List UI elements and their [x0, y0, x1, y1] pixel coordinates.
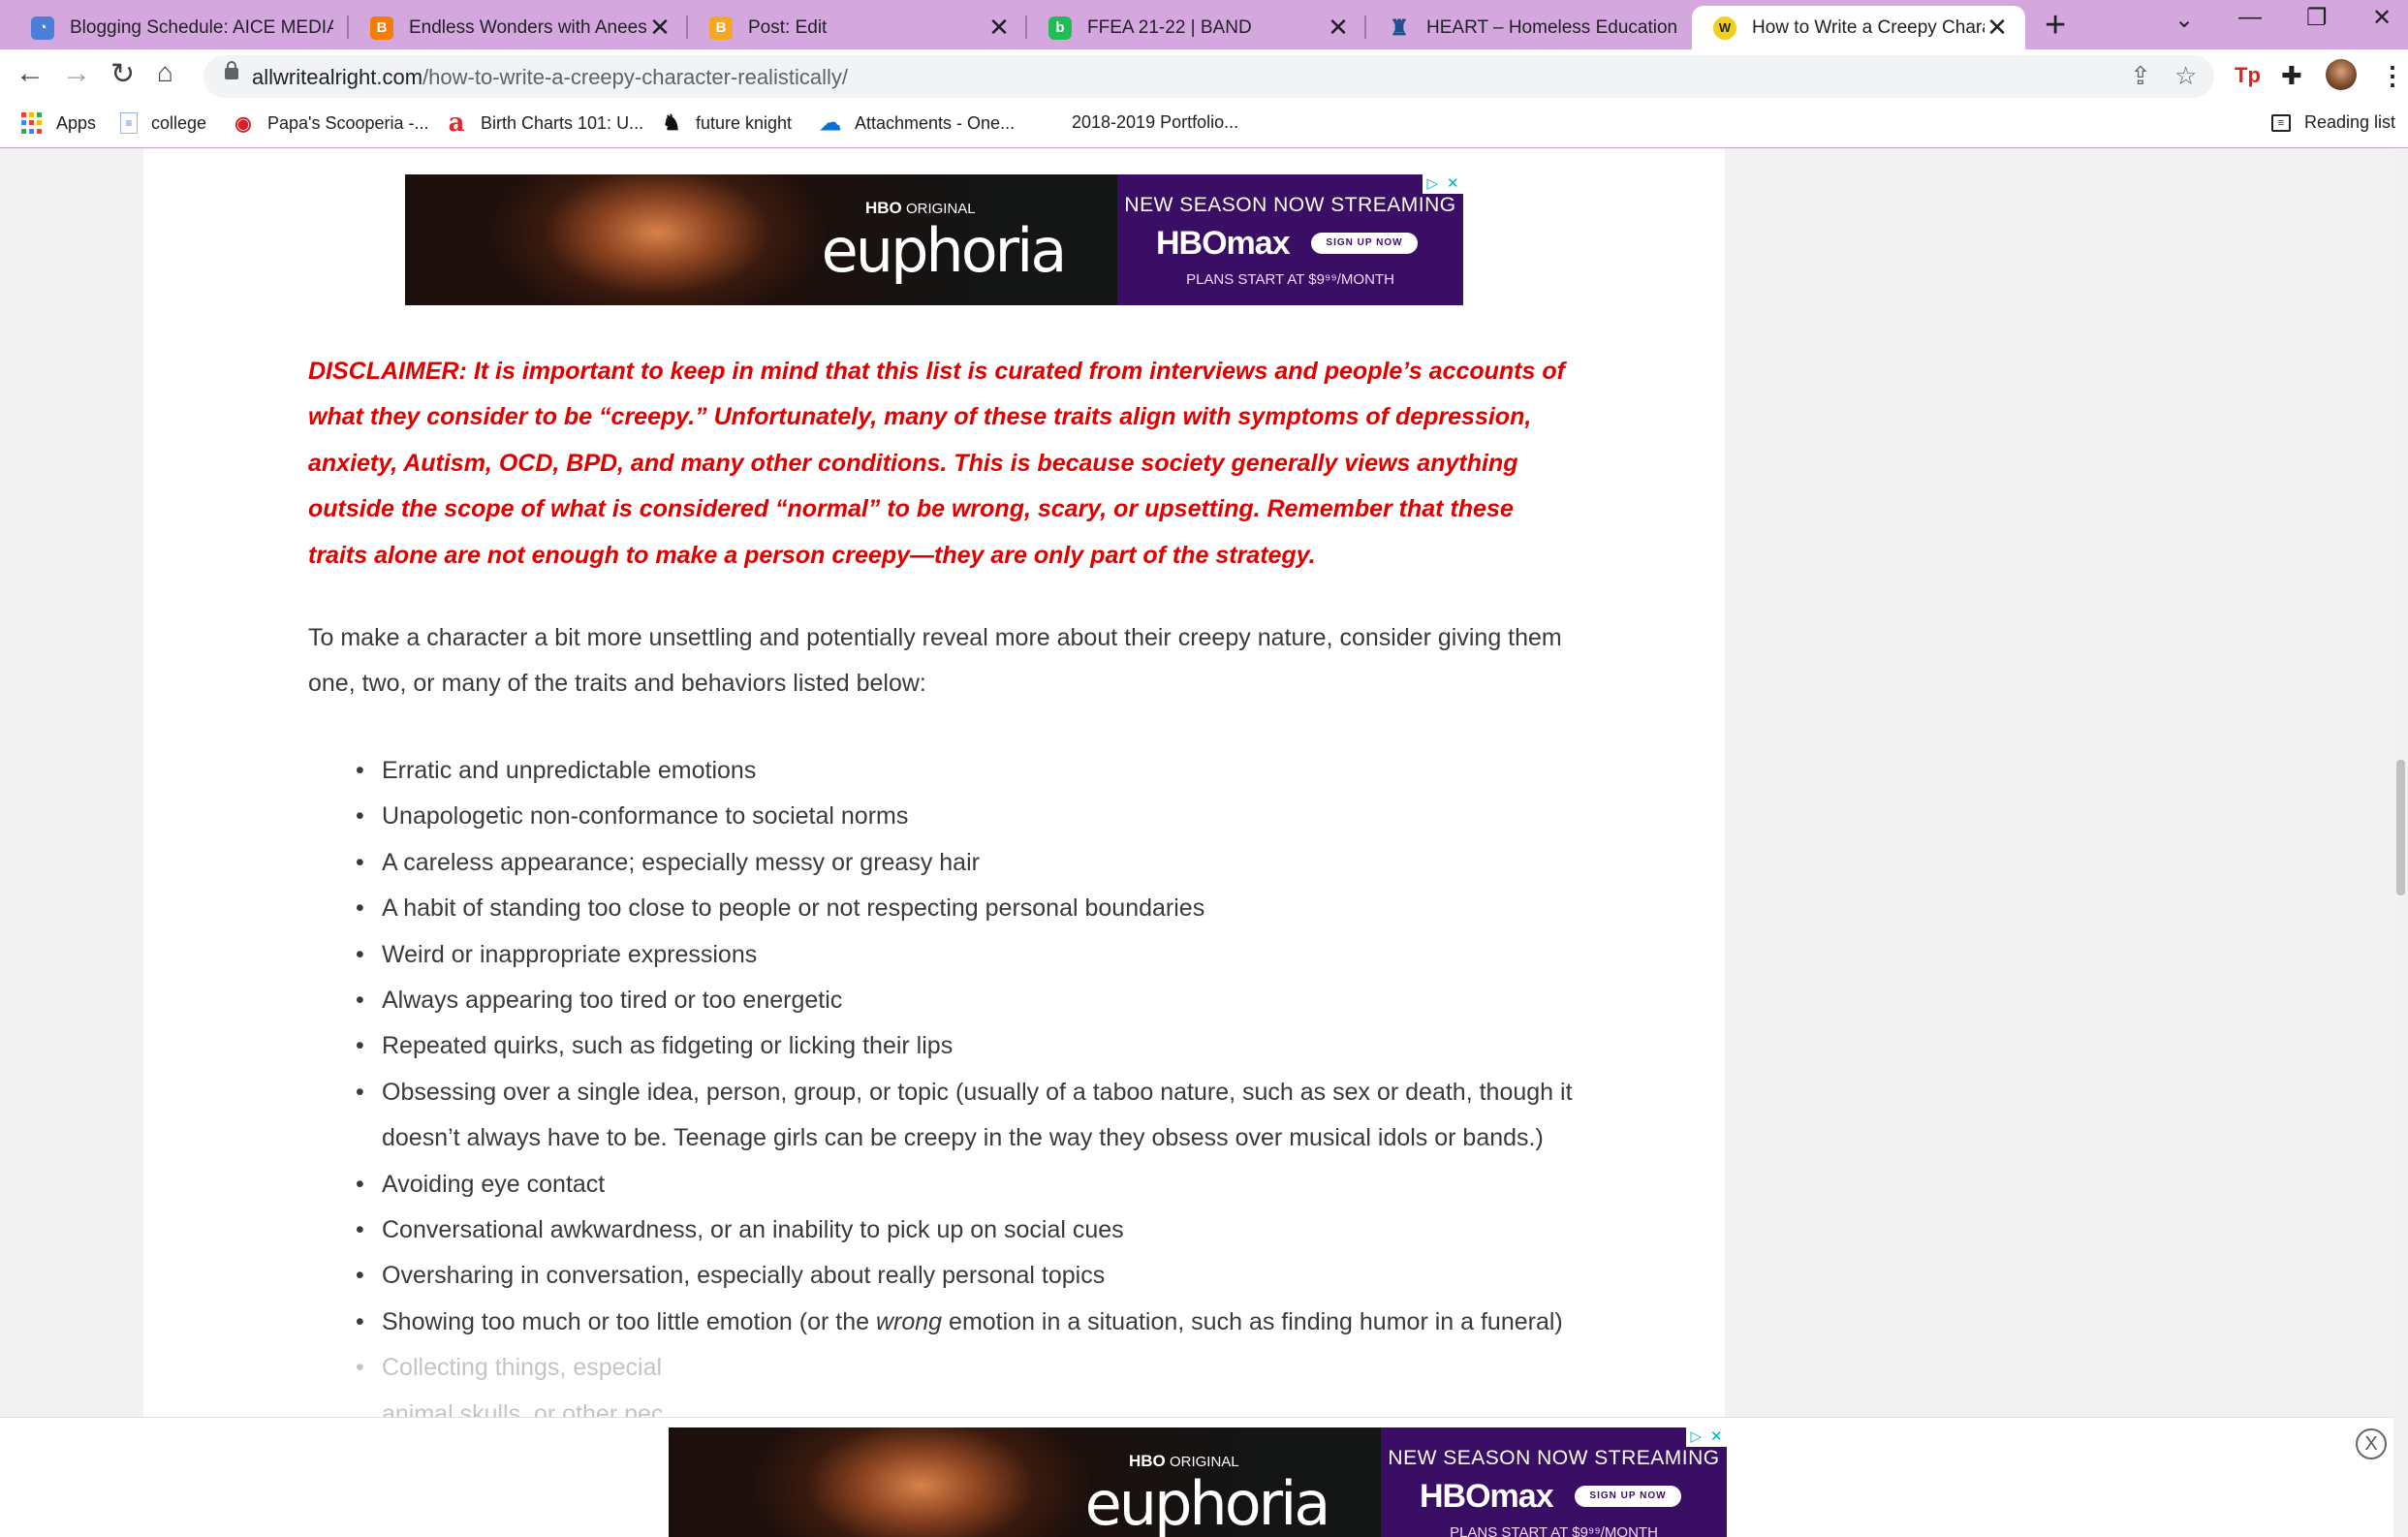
- close-tab-icon[interactable]: ✕: [1985, 13, 2010, 43]
- list-item: Unapologetic non-conformance to societal…: [356, 794, 1603, 840]
- tab-strip: ◔ Blogging Schedule: AICE MEDIA B Endles…: [0, 0, 2408, 49]
- onedrive-icon: ☁: [820, 110, 841, 135]
- heart-org-icon: ♜: [1390, 15, 1409, 40]
- page-viewport: HBO ORIGINAL euphoria NEW SEASON NOW STR…: [0, 149, 2393, 1537]
- papas-icon: ◉: [235, 112, 252, 135]
- ad-show-title: euphoria: [1084, 1468, 1331, 1537]
- ad-headline: NEW SEASON NOW STREAMING: [1124, 194, 1456, 216]
- address-bar[interactable]: allwritealright.com/how-to-write-a-creep…: [203, 55, 2214, 98]
- bookmark-papas-scooperia[interactable]: ◉ Papa's Scooperia -...: [233, 112, 428, 135]
- bookmark-star-icon[interactable]: ☆: [2174, 61, 2197, 91]
- tab-title: How to Write a Creepy Characte: [1752, 16, 1985, 38]
- list-item: Repeated quirks, such as fidgeting or li…: [356, 1023, 1603, 1070]
- knight-icon: ♞: [662, 110, 681, 135]
- share-icon[interactable]: ⇪: [2130, 61, 2151, 91]
- list-item: Erratic and unpredictable emotions: [356, 748, 1603, 795]
- list-item: A habit of standing too close to people …: [356, 886, 1603, 932]
- close-tab-icon[interactable]: ✕: [1326, 13, 1351, 43]
- ad-close-icon: ✕: [1446, 175, 1459, 192]
- tp-extension-icon[interactable]: Tp: [2235, 63, 2261, 88]
- forward-icon[interactable]: →: [62, 57, 91, 90]
- reading-list-button[interactable]: ≡ Reading list: [2271, 112, 2395, 133]
- close-window-button[interactable]: ✕: [2372, 4, 2392, 32]
- ad-headline: NEW SEASON NOW STREAMING: [1388, 1447, 1720, 1469]
- tab-creepy-character[interactable]: W How to Write a Creepy Characte ✕: [1692, 6, 2025, 49]
- article-column: HBO ORIGINAL euphoria NEW SEASON NOW STR…: [143, 149, 1725, 1537]
- bottom-banner-ad[interactable]: HBO ORIGINAL euphoria NEW SEASON NOW STR…: [669, 1427, 1727, 1537]
- blogger-icon: B: [370, 16, 393, 40]
- adchoices-icon[interactable]: ▷ ✕: [1686, 1427, 1727, 1447]
- ad-price: PLANS START AT $9⁹⁹/MONTH: [1450, 1524, 1658, 1537]
- tab-ffea-band[interactable]: b FFEA 21-22 | BAND ✕: [1027, 6, 1366, 49]
- browser-toolbar: ← → ↻ ⌂ allwritealright.com/how-to-write…: [0, 49, 2408, 103]
- intro-paragraph: To make a character a bit more unsettlin…: [308, 624, 1562, 697]
- list-item: Obsessing over a single idea, person, gr…: [356, 1070, 1603, 1162]
- scrollbar-thumb[interactable]: [2396, 760, 2405, 895]
- list-item: Oversharing in conversation, especially …: [356, 1253, 1603, 1300]
- page-scrollbar[interactable]: [2393, 149, 2408, 1537]
- close-tab-icon[interactable]: ✕: [986, 13, 1012, 43]
- close-tab-icon[interactable]: ✕: [647, 13, 672, 43]
- band-icon: b: [1048, 16, 1072, 40]
- tab-search-icon[interactable]: ⌄: [2174, 6, 2194, 34]
- tab-post-edit[interactable]: B Post: Edit ✕: [688, 6, 1027, 49]
- url-text[interactable]: allwritealright.com/how-to-write-a-creep…: [252, 65, 848, 90]
- list-item: Avoiding eye contact: [356, 1162, 1603, 1208]
- new-tab-button[interactable]: +: [2045, 6, 2066, 45]
- adchoices-icon[interactable]: ▷ ✕: [1423, 174, 1463, 194]
- list-item: Showing too much or too little emotion (…: [356, 1300, 1603, 1346]
- list-item: A careless appearance; especially messy …: [356, 840, 1603, 887]
- home-icon[interactable]: ⌂: [157, 57, 173, 88]
- back-icon[interactable]: ←: [16, 57, 45, 90]
- ad-promo-panel: NEW SEASON NOW STREAMING HBOmax SIGN UP …: [1117, 174, 1463, 305]
- tab-heart[interactable]: ♜ HEART – Homeless Education A: [1366, 6, 1692, 49]
- profile-avatar[interactable]: [2326, 59, 2357, 90]
- list-item: Conversational awkwardness, or an inabil…: [356, 1208, 1603, 1254]
- tab-title: HEART – Homeless Education A: [1426, 16, 1676, 38]
- ad-price: PLANS START AT $9⁹⁹/MONTH: [1186, 271, 1394, 288]
- list-item: Always appearing too tired or too energe…: [356, 978, 1603, 1024]
- lock-icon: [225, 61, 238, 79]
- restore-button[interactable]: ❐: [2306, 4, 2328, 32]
- tab-endless-wonders[interactable]: B Endless Wonders with Aneesa ✕: [349, 6, 688, 49]
- ad-promo-panel: NEW SEASON NOW STREAMING HBOmax SIGN UP …: [1381, 1427, 1727, 1537]
- top-banner-ad[interactable]: HBO ORIGINAL euphoria NEW SEASON NOW STR…: [405, 174, 1463, 305]
- tab-title: Blogging Schedule: AICE MEDIA: [70, 16, 333, 38]
- reading-list-icon: ≡: [2271, 113, 2291, 132]
- hbomax-logo: HBOmax: [1420, 1478, 1554, 1515]
- docs-icon: ◔: [31, 16, 54, 40]
- list-item: Weird or inappropriate expressions: [356, 932, 1603, 979]
- disclaimer-text: DISCLAIMER: It is important to keep in m…: [308, 358, 1565, 569]
- ad-signup-button[interactable]: SIGN UP NOW: [1575, 1486, 1681, 1507]
- ad-signup-button[interactable]: SIGN UP NOW: [1311, 233, 1418, 254]
- traits-list: Erratic and unpredictable emotions Unapo…: [356, 748, 1603, 1437]
- bookmark-attachments[interactable]: ☁ Attachments - One...: [820, 110, 1015, 135]
- menu-kebab-icon[interactable]: ⋮: [2380, 61, 2405, 91]
- site-logo-icon: W: [1713, 16, 1736, 40]
- hbomax-logo: HBOmax: [1156, 225, 1291, 262]
- ad-close-icon: ✕: [1709, 1428, 1723, 1445]
- blogger-icon: B: [709, 16, 733, 40]
- minimize-button[interactable]: —: [2238, 4, 2262, 31]
- a-icon: a: [448, 109, 465, 138]
- tab-title: Post: Edit: [748, 16, 828, 38]
- bookmark-college[interactable]: ≡ college: [120, 112, 206, 134]
- sticky-bottom-ad-bar: HBO ORIGINAL euphoria NEW SEASON NOW STR…: [0, 1417, 2393, 1537]
- tab-title: FFEA 21-22 | BAND: [1087, 16, 1252, 38]
- ad-show-title: euphoria: [821, 215, 1068, 286]
- tab-blogging-schedule[interactable]: ◔ Blogging Schedule: AICE MEDIA: [10, 6, 349, 49]
- extensions-puzzle-icon[interactable]: ✚: [2281, 61, 2302, 91]
- apps-grid-icon: [21, 112, 43, 134]
- bookmark-future-knight[interactable]: ♞ future knight: [661, 110, 792, 135]
- bookmark-apps[interactable]: Apps: [21, 112, 96, 134]
- tab-title: Endless Wonders with Aneesa: [409, 16, 647, 38]
- bookmark-birth-charts[interactable]: a Birth Charts 101: U...: [446, 109, 644, 138]
- reload-icon[interactable]: ↻: [110, 57, 135, 91]
- bookmarks-bar: Apps ≡ college ◉ Papa's Scooperia -... a…: [0, 103, 2408, 148]
- doc-icon: ≡: [120, 112, 138, 134]
- close-sticky-ad-button[interactable]: X: [2356, 1428, 2387, 1459]
- bookmark-portfolio[interactable]: 2018-2019 Portfolio...: [1072, 112, 1238, 133]
